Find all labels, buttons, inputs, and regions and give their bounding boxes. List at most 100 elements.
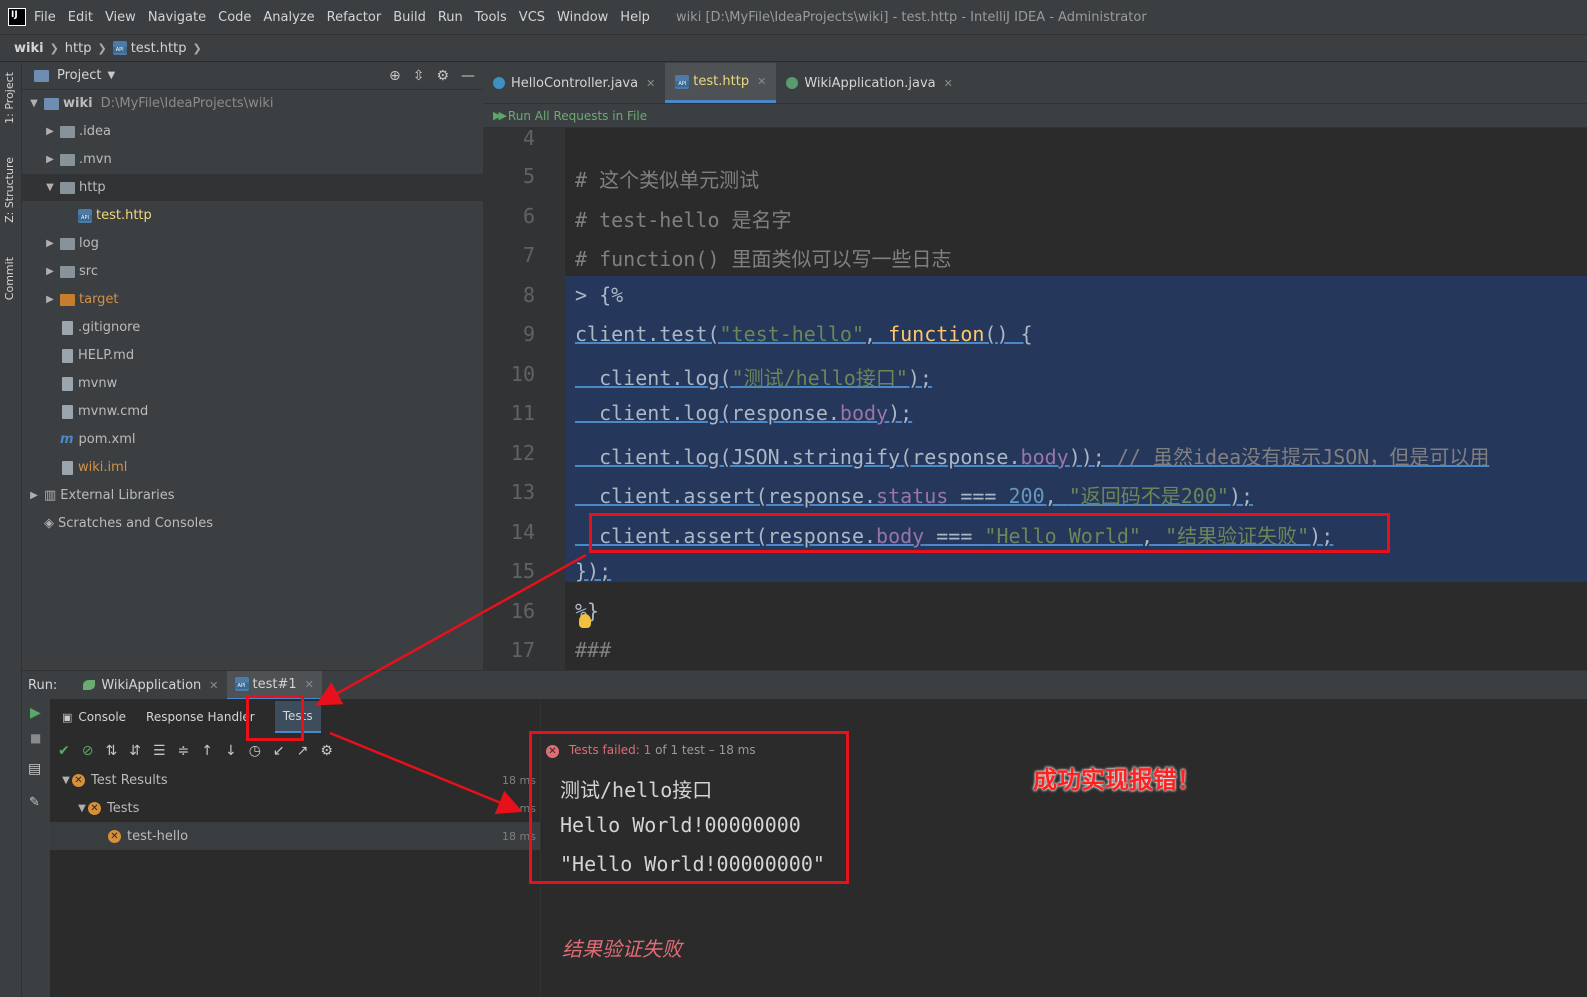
expand-arrow-icon[interactable]: ▶ <box>44 294 56 305</box>
export-icon[interactable]: ↗ <box>297 743 309 759</box>
expand-arrow-icon[interactable]: ▼ <box>60 775 72 786</box>
collapse-icon[interactable]: ⇳ <box>413 68 425 84</box>
menu-vcs[interactable]: VCS <box>519 10 545 25</box>
tree-item-wiki-iml[interactable]: wiki.iml <box>22 454 483 481</box>
close-icon[interactable]: ✕ <box>757 75 766 88</box>
tree-item-mvn[interactable]: ▶ .mvn <box>22 146 483 173</box>
next-icon[interactable]: ↓ <box>225 743 237 759</box>
lightbulb-icon[interactable] <box>579 614 591 628</box>
tree-item-pom-xml[interactable]: m pom.xml <box>22 426 483 453</box>
test-label: Test Results <box>91 772 168 788</box>
expand-arrow-icon[interactable]: ▶ <box>44 266 56 277</box>
project-title[interactable]: Project <box>57 68 101 83</box>
code-token: , <box>1044 484 1069 508</box>
tab-hello-controller[interactable]: HelloController.java ✕ <box>483 63 665 103</box>
menu-view[interactable]: View <box>105 10 136 25</box>
collapse-all-icon[interactable]: ≑ <box>178 743 190 759</box>
tests-node[interactable]: ▼ ✕ Tests 18 ms <box>50 794 540 822</box>
dropdown-arrow-icon[interactable]: ▼ <box>107 70 115 81</box>
test-hello-node[interactable]: ✕ test-hello 18 ms <box>50 822 540 850</box>
test-toolbar: ✔ ⊘ ⇅ ⇵ ☰ ≑ ↑ ↓ ◷ ↙ ↗ ⚙ <box>50 737 540 765</box>
code-token: ); <box>1228 484 1254 508</box>
line-number: 17 <box>510 638 535 662</box>
close-icon[interactable]: ✕ <box>944 77 953 90</box>
tool-tab-project[interactable]: 1: Project <box>3 72 16 124</box>
close-icon[interactable]: ✕ <box>305 678 314 691</box>
subtab-response-handler[interactable]: Response Handler <box>146 710 255 724</box>
tree-item-help-md[interactable]: HELP.md <box>22 342 483 369</box>
sort-duration-icon[interactable]: ⇵ <box>129 743 141 759</box>
file-icon <box>62 320 73 335</box>
failed-icon: ✕ <box>72 773 85 787</box>
tab-test-http[interactable]: test.http ✕ <box>665 63 777 103</box>
tree-item-gitignore[interactable]: .gitignore <box>22 314 483 341</box>
sort-alpha-icon[interactable]: ⇅ <box>105 743 117 759</box>
menu-refactor[interactable]: Refactor <box>327 10 382 25</box>
close-icon[interactable]: ✕ <box>209 679 218 692</box>
menu-window[interactable]: Window <box>557 10 608 25</box>
tree-item-external-libraries[interactable]: ▶ ▥ External Libraries <box>22 482 483 509</box>
minimize-icon[interactable]: — <box>461 68 475 84</box>
show-ignored-icon[interactable]: ⊘ <box>82 743 94 759</box>
settings-icon[interactable]: ⚙ <box>320 743 333 759</box>
tree-item-src[interactable]: ▶ src <box>22 258 483 285</box>
run-all-requests-link[interactable]: Run All Requests in File <box>508 109 647 123</box>
expand-arrow-icon[interactable]: ▼ <box>28 98 40 109</box>
tree-item-test-http[interactable]: test.http <box>22 202 483 229</box>
tool-tab-commit[interactable]: Commit <box>3 257 16 300</box>
project-icon <box>34 69 49 82</box>
breadcrumb-wiki[interactable]: wiki <box>14 41 44 56</box>
expand-arrow-icon[interactable]: ▶ <box>44 238 56 249</box>
code-line-10: client.log("测试/hello接口"); <box>575 362 932 391</box>
run-all-icon[interactable]: ▶▶ <box>493 109 507 122</box>
menu-run[interactable]: Run <box>438 10 463 25</box>
test-results-node[interactable]: ▼ ✕ Test Results 18 ms <box>50 766 540 794</box>
expand-arrow-icon[interactable]: ▼ <box>44 182 56 193</box>
locate-icon[interactable]: ⊕ <box>389 68 401 84</box>
menu-navigate[interactable]: Navigate <box>148 10 206 25</box>
expand-arrow-icon[interactable]: ▶ <box>44 154 56 165</box>
menu-file[interactable]: File <box>34 10 56 25</box>
pin-icon[interactable]: ✎ <box>29 795 40 810</box>
menu-code[interactable]: Code <box>218 10 251 25</box>
expand-arrow-icon[interactable]: ▶ <box>28 490 40 501</box>
tree-item-scratches[interactable]: ◈ Scratches and Consoles <box>22 510 483 537</box>
rerun-icon[interactable]: ▶ <box>30 705 41 721</box>
code-token: )); <box>1068 445 1117 469</box>
menu-tools[interactable]: Tools <box>475 10 507 25</box>
tree-item-wiki[interactable]: ▼ wiki D:\MyFile\IdeaProjects\wiki <box>22 90 483 117</box>
code-line-11: client.log(response.body); <box>575 401 912 425</box>
menu-build[interactable]: Build <box>393 10 426 25</box>
menu-analyze[interactable]: Analyze <box>263 10 314 25</box>
expand-all-icon[interactable]: ☰ <box>153 743 166 759</box>
previous-icon[interactable]: ↑ <box>201 743 213 759</box>
tree-item-mvnw-cmd[interactable]: mvnw.cmd <box>22 398 483 425</box>
tab-wiki-application[interactable]: WikiApplication.java ✕ <box>776 63 963 103</box>
expand-arrow-icon[interactable]: ▶ <box>44 126 56 137</box>
tree-item-log[interactable]: ▶ log <box>22 230 483 257</box>
tool-tab-structure[interactable]: Z: Structure <box>3 157 16 223</box>
layout-icon[interactable]: ▤ <box>28 761 41 777</box>
menu-edit[interactable]: Edit <box>68 10 93 25</box>
close-icon[interactable]: ✕ <box>646 77 655 90</box>
menu-help[interactable]: Help <box>620 10 650 25</box>
subtab-console[interactable]: Console <box>78 710 126 724</box>
tree-item-http[interactable]: ▼ http <box>22 174 483 201</box>
code-editor[interactable]: # 这个类似单元测试 # test-hello 是名字 # function()… <box>565 128 1587 670</box>
history-icon[interactable]: ◷ <box>249 743 261 759</box>
tree-label: pom.xml <box>78 432 136 447</box>
import-icon[interactable]: ↙ <box>273 743 285 759</box>
tree-item-idea[interactable]: ▶ .idea <box>22 118 483 145</box>
breadcrumb-http[interactable]: http <box>65 41 92 56</box>
tree-item-target[interactable]: ▶ target <box>22 286 483 313</box>
tree-item-mvnw[interactable]: mvnw <box>22 370 483 397</box>
show-passed-icon[interactable]: ✔ <box>58 743 70 759</box>
line-number: 16 <box>510 599 535 623</box>
expand-arrow-icon[interactable]: ▼ <box>76 803 88 814</box>
run-tab-wiki-application[interactable]: WikiApplication ✕ <box>75 671 226 700</box>
gear-icon[interactable]: ⚙ <box>436 68 449 84</box>
breadcrumb-test-http[interactable]: test.http <box>131 41 187 56</box>
http-file-icon <box>112 41 127 55</box>
project-header: Project ▼ ⊕ ⇳ ⚙ — <box>22 62 483 90</box>
stop-icon[interactable]: ■ <box>30 731 41 745</box>
